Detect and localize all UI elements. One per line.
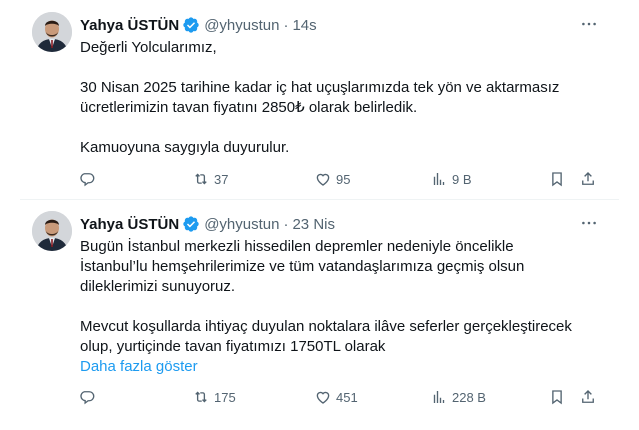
timestamp[interactable]: 23 Nis <box>292 216 335 233</box>
tweet-text-line: Kamuoyuna saygıyla duyurulur. <box>80 139 290 156</box>
bookmark-icon <box>552 172 562 187</box>
retweet-icon <box>195 391 207 403</box>
tweet-text-line: dileklerimizi sunuyoruz. <box>80 278 236 295</box>
share-icon <box>582 172 594 185</box>
avatar[interactable] <box>32 211 72 251</box>
tweet[interactable]: Yahya ÜSTÜN @yhyustun · 14s Değerli Yolc… <box>0 0 639 199</box>
views-button[interactable]: 228 B <box>430 386 486 408</box>
author-handle[interactable]: @yhyustun <box>204 216 279 233</box>
bookmark-button[interactable] <box>548 386 566 408</box>
separator-dot: · <box>283 215 289 233</box>
tweet-actions: 175 451 228 B <box>78 386 619 408</box>
reply-icon <box>80 391 95 405</box>
tweet[interactable]: Yahya ÜSTÜN @yhyustun · 23 Nis Bugün İst… <box>0 199 639 430</box>
tweet-text-line: Mevcut koşullarda ihtiyaç duyulan noktal… <box>80 318 572 335</box>
views-count: 228 B <box>452 389 486 405</box>
views-icon <box>433 173 445 185</box>
author-name[interactable]: Yahya ÜSTÜN <box>80 17 179 34</box>
tweet-text-line: 30 Nisan 2025 tarihine kadar iç hat uçuş… <box>80 79 560 96</box>
bookmark-icon <box>552 390 562 405</box>
like-icon <box>316 173 330 186</box>
share-button[interactable] <box>579 168 597 190</box>
more-icon[interactable] <box>579 215 599 231</box>
views-button[interactable]: 9 B <box>430 168 472 190</box>
tweet-text-line: ücretlerimizin tavan fiyatını 2850₺ olar… <box>80 99 418 116</box>
retweet-count: 37 <box>214 171 229 187</box>
share-icon <box>582 390 594 403</box>
tweet-text-line: Değerli Yolcularımız, <box>80 39 217 56</box>
show-more-link[interactable]: Daha fazla göster <box>80 357 620 377</box>
reply-button[interactable] <box>78 386 100 408</box>
like-button[interactable]: 451 <box>314 386 358 408</box>
timestamp[interactable]: 14s <box>292 17 316 34</box>
share-button[interactable] <box>579 386 597 408</box>
author-name[interactable]: Yahya ÜSTÜN <box>80 216 179 233</box>
tweet-actions: 37 95 9 B <box>78 168 619 190</box>
tweet-text-line: olup, yurtiçinde tavan fiyatımızı 1750TL… <box>80 338 386 355</box>
retweet-button[interactable]: 175 <box>192 386 236 408</box>
retweet-button[interactable]: 37 <box>192 168 228 190</box>
views-count: 9 B <box>452 171 472 187</box>
separator-dot: · <box>283 16 289 34</box>
like-count: 95 <box>336 171 351 187</box>
retweet-count: 175 <box>214 389 236 405</box>
reply-icon <box>80 173 95 187</box>
tweet-text-line: İstanbul’lu hemşehrilerimize ve tüm vata… <box>80 258 525 275</box>
retweet-icon <box>195 173 207 185</box>
tweet-header: Yahya ÜSTÜN @yhyustun · 23 Nis <box>80 213 335 235</box>
like-count: 451 <box>336 389 358 405</box>
verified-badge-icon <box>182 215 200 233</box>
author-handle[interactable]: @yhyustun <box>204 17 279 34</box>
like-icon <box>316 391 330 404</box>
tweet-header: Yahya ÜSTÜN @yhyustun · 14s <box>80 14 317 36</box>
tweet-text: Değerli Yolcularımız, 30 Nisan 2025 tari… <box>80 38 620 158</box>
like-button[interactable]: 95 <box>314 168 350 190</box>
verified-badge-icon <box>182 16 200 34</box>
views-icon <box>433 391 445 403</box>
avatar[interactable] <box>32 12 72 52</box>
tweet-text-line: Bugün İstanbul merkezli hissedilen depre… <box>80 238 514 255</box>
reply-button[interactable] <box>78 168 100 190</box>
bookmark-button[interactable] <box>548 168 566 190</box>
more-icon[interactable] <box>579 16 599 32</box>
tweet-text: Bugün İstanbul merkezli hissedilen depre… <box>80 237 620 377</box>
